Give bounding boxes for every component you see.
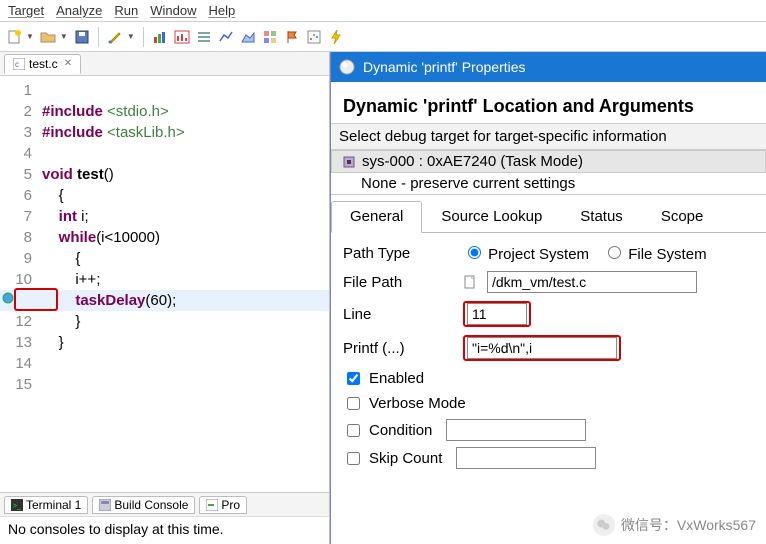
tab-build-console[interactable]: Build Console (92, 496, 195, 514)
dialog-title-text: Dynamic 'printf' Properties (363, 59, 526, 75)
target-item-sys[interactable]: sys-000 : 0xAE7240 (Task Mode) (331, 150, 766, 173)
svg-text:>_: >_ (13, 503, 21, 510)
printf-label: Printf (...) (343, 340, 453, 357)
tab-general[interactable]: General (331, 201, 422, 233)
list-icon[interactable] (196, 29, 212, 45)
tab-source-lookup[interactable]: Source Lookup (422, 201, 561, 232)
row-verbose: Verbose Mode (343, 394, 754, 413)
line-chart-icon[interactable] (218, 29, 234, 45)
tab-pro[interactable]: Pro (199, 496, 247, 514)
flag-icon[interactable] (284, 29, 300, 45)
dialog-headline: Dynamic 'printf' Location and Arguments (331, 82, 766, 123)
skip-input[interactable] (456, 447, 596, 469)
target-item-none[interactable]: None - preserve current settings (331, 173, 766, 194)
row-enabled: Enabled (343, 369, 754, 388)
chip-icon (342, 155, 356, 169)
row-condition: Condition (343, 419, 754, 441)
toolbar: ▼ ▼ ▼ (0, 22, 766, 52)
properties-dialog: Dynamic 'printf' Properties Dynamic 'pri… (330, 52, 766, 544)
chart1-icon[interactable] (152, 29, 168, 45)
menu-run[interactable]: Run (114, 3, 138, 18)
save-icon[interactable] (74, 29, 90, 45)
row-line: Line (343, 301, 754, 327)
file-path-label: File Path (343, 274, 453, 291)
editor-panel: c test.c ✕ 123456789101112131415 #includ… (0, 52, 330, 544)
menu-target[interactable]: Target (8, 3, 44, 18)
radio-file-system[interactable]: File System (603, 243, 707, 263)
menu-window[interactable]: Window (150, 3, 196, 18)
marker-icon[interactable] (107, 29, 123, 45)
c-file-icon: c (13, 58, 25, 70)
file-icon (463, 275, 477, 289)
radio-project-system[interactable]: Project System (463, 243, 589, 263)
console-icon (99, 499, 111, 511)
lightning-icon[interactable] (328, 29, 344, 45)
open-icon[interactable] (40, 29, 56, 45)
condition-checkbox[interactable] (347, 424, 360, 437)
new-icon[interactable] (6, 29, 22, 45)
dialog-instruction: Select debug target for target-specific … (331, 123, 766, 150)
dialog-icon (339, 59, 355, 75)
skip-label: Skip Count (369, 450, 442, 467)
code-area[interactable]: #include <stdio.h>#include <taskLib.h> v… (38, 76, 329, 492)
line-gutter: 123456789101112131415 (0, 76, 38, 492)
tab-terminal1[interactable]: >_ Terminal 1 (4, 496, 88, 514)
file-path-input[interactable] (487, 271, 697, 293)
path-type-label: Path Type (343, 245, 453, 262)
tab-testc[interactable]: c test.c ✕ (4, 54, 81, 74)
progress-icon (206, 499, 218, 511)
tab-scope[interactable]: Scope (642, 201, 723, 232)
dialog-tabs: General Source Lookup Status Scope (331, 201, 766, 233)
verbose-label: Verbose Mode (369, 395, 466, 412)
close-icon[interactable]: ✕ (64, 58, 72, 69)
condition-label: Condition (369, 422, 432, 439)
line-label: Line (343, 306, 453, 323)
terminal-icon: >_ (11, 499, 23, 511)
menu-bar: Target Analyze Run Window Help (0, 0, 766, 22)
menu-analyze[interactable]: Analyze (56, 3, 102, 18)
area-chart-icon[interactable] (240, 29, 256, 45)
plot-icon[interactable] (306, 29, 322, 45)
wechat-icon (593, 514, 615, 536)
row-printf: Printf (...) (343, 335, 754, 361)
tab-label: test.c (29, 57, 58, 71)
row-path-type: Path Type Project System File System (343, 243, 754, 263)
watermark: 微信号：VxWorks567 (593, 514, 756, 536)
row-skip: Skip Count (343, 447, 754, 469)
editor-tab-bar: c test.c ✕ (0, 52, 329, 76)
console-message: No consoles to display at this time. (0, 516, 329, 544)
menu-help[interactable]: Help (209, 3, 236, 18)
skip-checkbox[interactable] (347, 452, 360, 465)
grid-icon[interactable] (262, 29, 278, 45)
enabled-label: Enabled (369, 370, 424, 387)
chart2-icon[interactable] (174, 29, 190, 45)
tab-status[interactable]: Status (561, 201, 642, 232)
row-file-path: File Path (343, 271, 754, 293)
breakpoint-icon[interactable] (2, 292, 14, 304)
target-list[interactable]: sys-000 : 0xAE7240 (Task Mode) None - pr… (331, 150, 766, 195)
code-editor[interactable]: 123456789101112131415 #include <stdio.h>… (0, 76, 329, 492)
bottom-tab-bar: >_ Terminal 1 Build Console Pro (0, 492, 329, 516)
svg-text:c: c (15, 60, 19, 69)
dialog-titlebar: Dynamic 'printf' Properties (331, 52, 766, 82)
line-input[interactable] (467, 303, 527, 325)
condition-input[interactable] (446, 419, 586, 441)
verbose-checkbox[interactable] (347, 397, 360, 410)
enabled-checkbox[interactable] (347, 372, 360, 385)
printf-input[interactable] (467, 337, 617, 359)
general-form: Path Type Project System File System Fil… (331, 233, 766, 485)
